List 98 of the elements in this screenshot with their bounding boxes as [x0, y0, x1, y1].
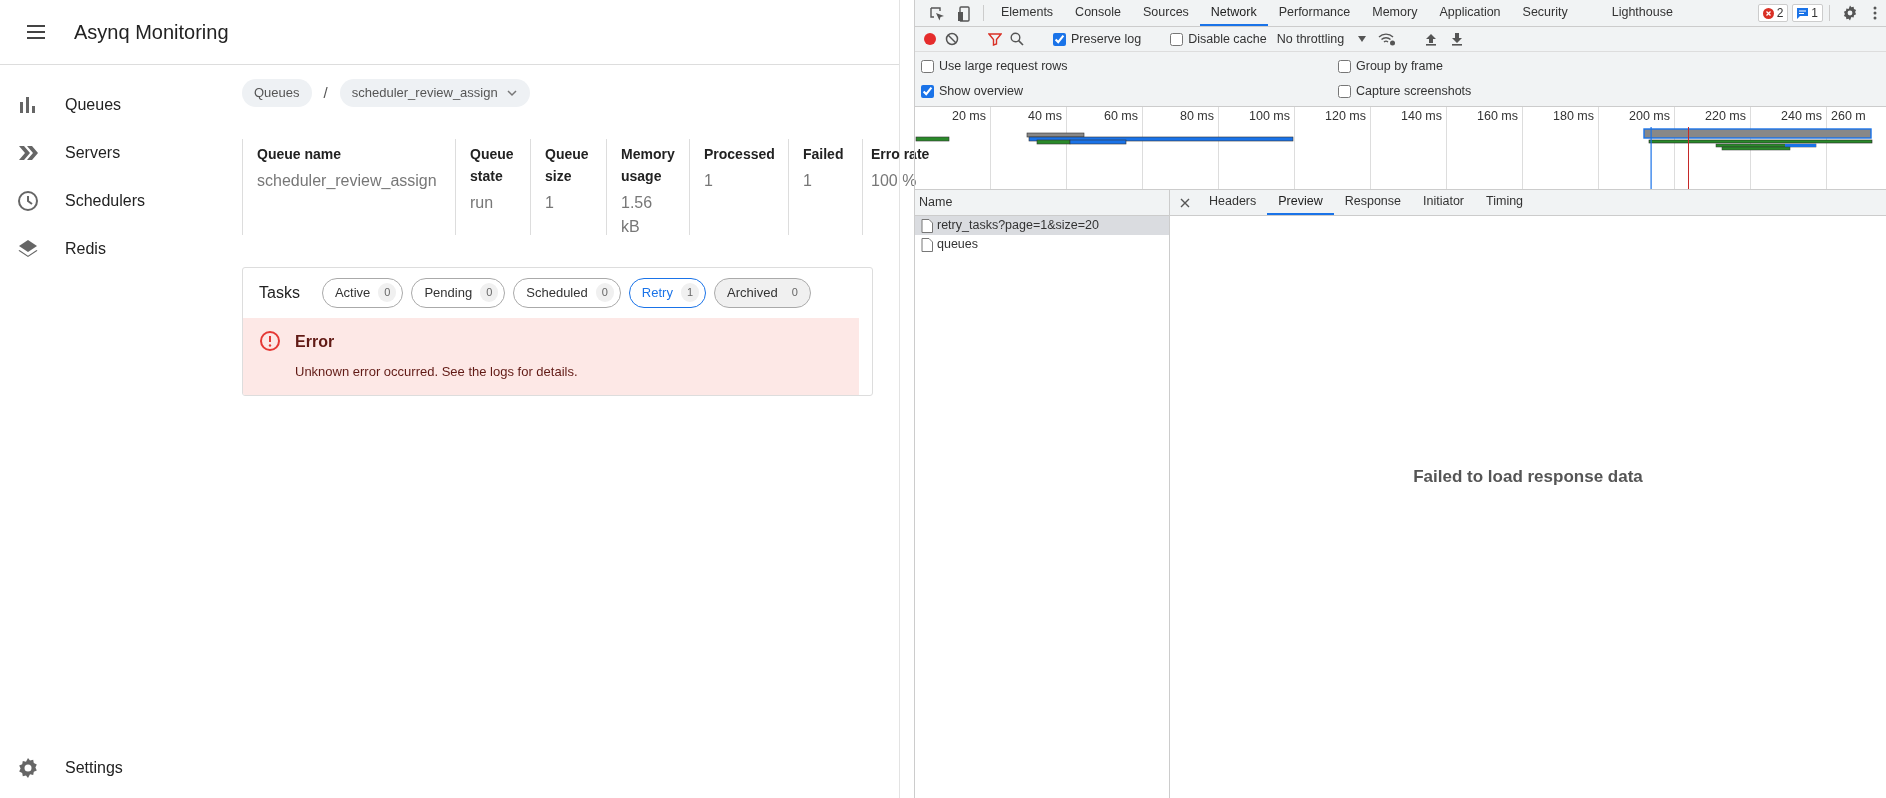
device-icon[interactable] [957, 6, 973, 22]
gear-icon [16, 756, 40, 780]
time-tick: 200 ms [1629, 109, 1670, 123]
message-icon [1797, 7, 1809, 19]
time-tick: 100 ms [1249, 109, 1290, 123]
count-badge: 0 [595, 283, 614, 302]
empty-message: Failed to load response data [1413, 466, 1643, 489]
search-icon[interactable] [1010, 32, 1024, 46]
document-icon [921, 237, 933, 252]
stat-value: 1.56 kB [621, 192, 654, 237]
nav-item[interactable]: Redis [0, 225, 242, 273]
column-heading: Memory usage [621, 144, 675, 186]
download-icon[interactable] [1451, 32, 1464, 46]
stat-value: 1 [803, 170, 813, 191]
checkbox[interactable] [921, 85, 934, 98]
detail-tab[interactable]: Initiator [1412, 190, 1475, 215]
request-row[interactable]: retry_tasks?page=1&size=20 [915, 216, 1169, 235]
close-icon[interactable] [1180, 198, 1190, 208]
task-tab[interactable]: Archived 0 [714, 277, 811, 308]
checkbox-label: Capture screenshots [1356, 83, 1472, 101]
filter-icon[interactable] [988, 32, 1002, 46]
time-tick: 140 ms [1401, 109, 1442, 123]
request-row[interactable]: queues [915, 235, 1169, 254]
checkbox-label: Preserve log [1071, 30, 1142, 48]
checkbox[interactable] [1053, 32, 1066, 46]
detail-tab[interactable]: Preview [1267, 190, 1334, 215]
devtools-tab[interactable]: Security [1511, 0, 1579, 26]
devtools-tab[interactable]: Performance [1267, 0, 1362, 26]
queue-dropdown[interactable]: scheduler_review_assign [339, 79, 530, 107]
app-title: Asynq Monitoring [74, 20, 229, 45]
clear-icon[interactable] [945, 32, 959, 46]
task-tab[interactable]: Scheduled 0 [513, 277, 621, 308]
detail-tab[interactable]: Response [1333, 190, 1412, 215]
column-heading: Failed [803, 144, 845, 164]
checkbox[interactable] [921, 60, 934, 73]
inspect-icon[interactable] [929, 6, 945, 22]
time-tick: 20 ms [951, 109, 986, 123]
column-heading: Processed [704, 144, 774, 164]
error-message: Unknown error occurred. See the logs for details. [295, 362, 578, 381]
task-tab[interactable]: Retry 1 [628, 277, 707, 308]
checkbox-label: Group by frame [1356, 58, 1443, 76]
stat-value: scheduler_review_assign [257, 170, 438, 191]
devtools-tab[interactable]: Memory [1361, 0, 1429, 26]
column-heading: Queue size [545, 144, 590, 186]
time-tick: 120 ms [1325, 109, 1366, 123]
tasks-title: Tasks [259, 282, 300, 303]
error-count-badge[interactable]: 2 [1757, 4, 1789, 22]
message-count-badge[interactable]: 1 [1792, 4, 1823, 22]
checkbox[interactable] [1338, 85, 1351, 98]
devtools-tab[interactable]: Lighthouse [1600, 0, 1684, 26]
devtools-tab[interactable]: Console [1064, 0, 1132, 26]
breadcrumb-separator: / [323, 82, 328, 103]
devtools-tab[interactable]: Sources [1132, 0, 1200, 26]
time-tick: 240 ms [1781, 109, 1822, 123]
record-icon[interactable] [923, 32, 937, 46]
throttling-select[interactable]: No throttling [1276, 29, 1367, 49]
settings-icon[interactable] [1842, 5, 1858, 21]
count-badge: 0 [378, 283, 397, 302]
detail-tab[interactable]: Headers [1198, 190, 1268, 215]
count-badge: 1 [680, 283, 700, 302]
time-tick: 60 ms [1103, 109, 1138, 123]
network-conditions-icon[interactable] [1378, 32, 1397, 46]
settings-item[interactable]: Settings [0, 744, 242, 792]
upload-icon[interactable] [1425, 32, 1438, 46]
time-tick: 180 ms [1553, 109, 1594, 123]
time-tick: 220 ms [1705, 109, 1746, 123]
time-tick: 40 ms [1027, 109, 1062, 123]
document-icon [921, 218, 933, 233]
nav-item[interactable]: Queues [0, 81, 242, 129]
column-heading: Queue name [257, 144, 343, 164]
time-tick: 80 ms [1179, 109, 1214, 123]
task-tab[interactable]: Pending 0 [411, 277, 506, 308]
error-title: Error [295, 331, 336, 352]
checkbox-label: Use large request rows [939, 58, 1068, 76]
breadcrumb-link[interactable]: Queues [242, 79, 312, 107]
error-icon [259, 329, 281, 352]
devtools-tab[interactable]: Elements [990, 0, 1065, 26]
checkbox-label: Disable cache [1188, 30, 1267, 48]
column-heading: Name [919, 194, 953, 212]
column-heading: Queue state [470, 144, 515, 186]
more-icon[interactable] [1872, 5, 1878, 21]
detail-tab[interactable]: Timing [1475, 190, 1535, 215]
nav-item[interactable]: Servers [0, 129, 242, 177]
checkbox-label: Show overview [939, 83, 1024, 101]
stat-value: 1 [545, 192, 555, 213]
checkbox[interactable] [1170, 32, 1184, 46]
time-tick: 160 ms [1477, 109, 1518, 123]
task-tab[interactable]: Active 0 [321, 277, 404, 308]
clock-icon [16, 189, 40, 213]
devtools-tab[interactable]: Application [1428, 0, 1512, 26]
caret-icon [1358, 36, 1367, 42]
stat-value: run [470, 192, 495, 213]
time-tick: 260 m [1831, 109, 1866, 123]
stat-value: 1 [704, 170, 714, 191]
checkbox[interactable] [1338, 60, 1351, 73]
count-badge: 0 [480, 283, 499, 302]
error-icon [1762, 7, 1774, 19]
nav-item[interactable]: Schedulers [0, 177, 242, 225]
